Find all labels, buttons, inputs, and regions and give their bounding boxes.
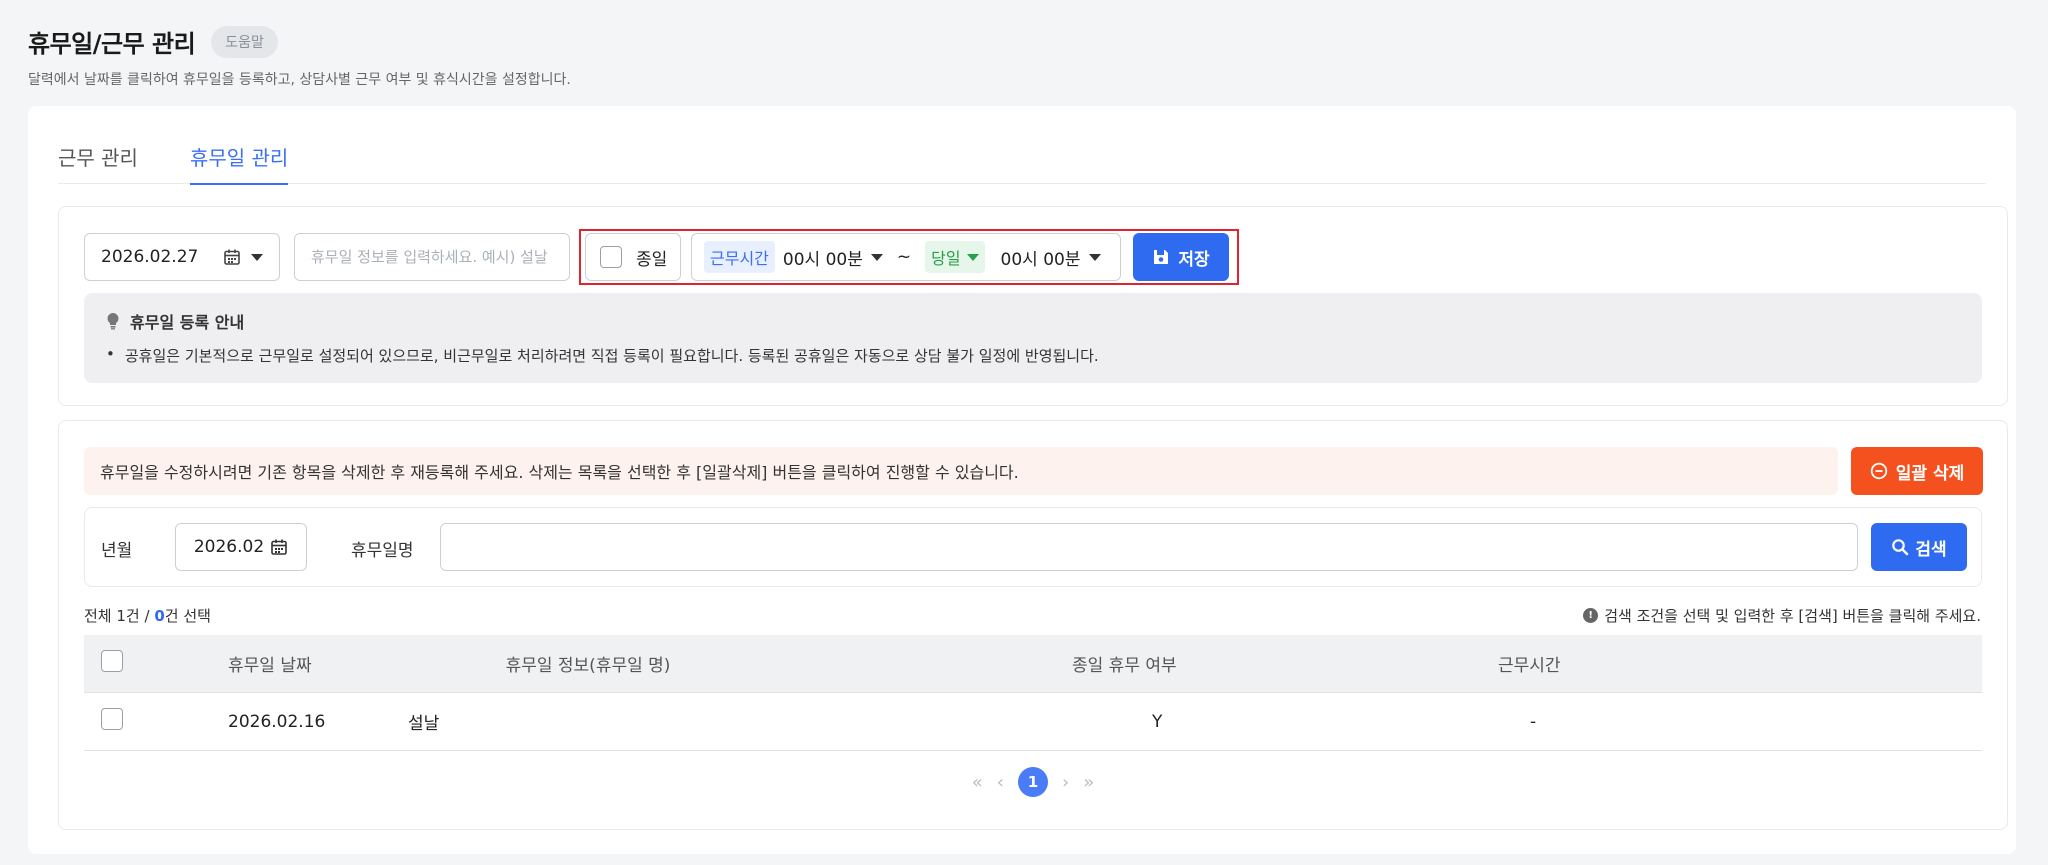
day-chip-label: 당일: [931, 249, 961, 268]
holiday-name-input[interactable]: [440, 523, 1858, 571]
bulk-delete-button[interactable]: 일괄 삭제: [1851, 447, 1983, 495]
allday-label: 종일: [636, 249, 668, 270]
search-panel: 년월 2026.02 휴무일명 검색: [84, 507, 1982, 587]
holiday-name-label: 휴무일명: [351, 541, 414, 561]
calendar-icon: [224, 249, 240, 265]
tab-holiday-management[interactable]: 휴무일 관리: [189, 134, 289, 185]
search-icon: [1892, 539, 1909, 556]
title-row: 휴무일/근무 관리 도움말: [28, 24, 571, 59]
page-title: 휴무일/근무 관리: [28, 30, 196, 58]
tab-work-management[interactable]: 근무 관리: [58, 134, 138, 184]
time-separator: ~: [896, 247, 912, 267]
search-hint: ! 검색 조건을 선택 및 입력한 후 [검색] 버튼을 클릭해 주세요.: [1583, 605, 1981, 626]
allday-checkbox[interactable]: [600, 246, 622, 268]
date-picker[interactable]: 2026.02.27: [84, 233, 280, 281]
register-notice: 휴무일 등록 안내 • 공휴일은 기본적으로 근무일로 설정되어 있으므로, 비…: [84, 293, 1982, 383]
selected-count: 0: [154, 607, 165, 625]
holiday-info-input[interactable]: [294, 233, 570, 281]
chevron-down-icon: [870, 253, 883, 261]
chevron-down-icon: [966, 253, 979, 261]
highlight-box: 종일 근무시간 00시 00분 ~ 당일 00시 00분 저장: [579, 229, 1239, 285]
notice-body: 공휴일은 기본적으로 근무일로 설정되어 있으므로, 비근무일로 처리하려면 직…: [124, 347, 1099, 365]
save-button[interactable]: 저장: [1133, 233, 1229, 281]
prev-page-button[interactable]: ‹: [997, 772, 1004, 793]
info-icon: !: [1583, 608, 1599, 623]
row-info: 설날: [408, 714, 440, 734]
table-row[interactable]: 2026.02.16 설날 Y -: [84, 693, 1982, 751]
tab-bar: 근무 관리 휴무일 관리: [58, 134, 1986, 185]
help-button[interactable]: 도움말: [211, 25, 278, 58]
row-date: 2026.02.16: [228, 711, 326, 732]
last-page-button[interactable]: »: [1083, 772, 1094, 793]
main-card: 근무 관리 휴무일 관리 2026.02.27 종일 근무시간 00시 00분: [28, 106, 2016, 854]
notice-title: 휴무일 등록 안내: [106, 309, 1960, 333]
row-work-time: -: [1530, 711, 1537, 732]
holiday-register-section: 2026.02.27 종일 근무시간 00시 00분 ~ 당일: [58, 206, 2008, 406]
col-work-time: 근무시간: [1498, 656, 1561, 676]
col-holiday-info: 휴무일 정보(휴무일 명): [505, 656, 671, 676]
allday-toggle[interactable]: 종일: [585, 233, 681, 281]
count-prefix: 전체 1건 /: [84, 607, 155, 625]
minus-circle-icon: [1870, 462, 1887, 480]
select-all-checkbox[interactable]: [101, 650, 123, 672]
page-header: 휴무일/근무 관리 도움말 달력에서 날짜를 클릭하여 휴무일을 등록하고, 상…: [28, 24, 571, 89]
save-label: 저장: [1178, 249, 1210, 270]
search-button[interactable]: 검색: [1871, 523, 1967, 571]
holiday-list-section: 휴무일을 수정하시려면 기존 항목을 삭제한 후 재등록해 주세요. 삭제는 목…: [58, 420, 2008, 830]
notice-title-text: 휴무일 등록 안내: [130, 313, 245, 332]
search-label: 검색: [1915, 539, 1947, 560]
row-checkbox[interactable]: [101, 708, 123, 730]
date-value: 2026.02.27: [101, 247, 199, 267]
first-page-button[interactable]: «: [972, 772, 983, 793]
next-page-button[interactable]: ›: [1062, 772, 1069, 793]
table-header: 휴무일 날짜 휴무일 정보(휴무일 명) 종일 휴무 여부 근무시간: [84, 635, 1982, 693]
lightbulb-icon: [107, 313, 119, 330]
day-select[interactable]: 당일: [925, 241, 985, 273]
work-time-group: 근무시간 00시 00분 ~ 당일 00시 00분: [691, 233, 1121, 281]
count-suffix: 건 선택: [164, 607, 211, 625]
page-1-button[interactable]: 1: [1018, 767, 1048, 797]
notice-bullet: •: [106, 345, 115, 363]
bulk-delete-label: 일괄 삭제: [1895, 463, 1965, 484]
holiday-table: 휴무일 날짜 휴무일 정보(휴무일 명) 종일 휴무 여부 근무시간 2026.…: [84, 635, 1982, 751]
chevron-down-icon: [1088, 253, 1101, 261]
search-hint-text: 검색 조건을 선택 및 입력한 후 [검색] 버튼을 클릭해 주세요.: [1604, 607, 1981, 625]
end-time-select[interactable]: 00시 00분: [1001, 245, 1101, 270]
year-month-picker[interactable]: 2026.02: [175, 523, 307, 571]
year-month-label: 년월: [101, 541, 133, 561]
page-description: 달력에서 날짜를 클릭하여 휴무일을 등록하고, 상담사별 근무 여부 및 휴식…: [28, 72, 571, 88]
year-month-value: 2026.02: [193, 537, 265, 557]
end-time-value: 00시 00분: [1000, 249, 1081, 270]
col-allday: 종일 휴무 여부: [1072, 656, 1177, 676]
start-time-value: 00시 00분: [782, 249, 863, 270]
edit-warning: 휴무일을 수정하시려면 기존 항목을 삭제한 후 재등록해 주세요. 삭제는 목…: [84, 447, 1838, 495]
calendar-icon: [271, 539, 287, 555]
notice-text: • 공휴일은 기본적으로 근무일로 설정되어 있으므로, 비근무일로 처리하려면…: [106, 345, 1960, 366]
start-time-select[interactable]: 00시 00분: [783, 245, 883, 270]
floppy-disk-icon: [1154, 250, 1169, 264]
col-holiday-date: 휴무일 날짜: [228, 656, 312, 676]
pagination: « ‹ 1 › »: [59, 767, 2007, 797]
row-allday: Y: [1152, 711, 1163, 732]
worktime-chip: 근무시간: [704, 241, 775, 273]
result-count: 전체 1건 / 0건 선택: [84, 605, 211, 626]
chevron-down-icon: [251, 253, 263, 261]
